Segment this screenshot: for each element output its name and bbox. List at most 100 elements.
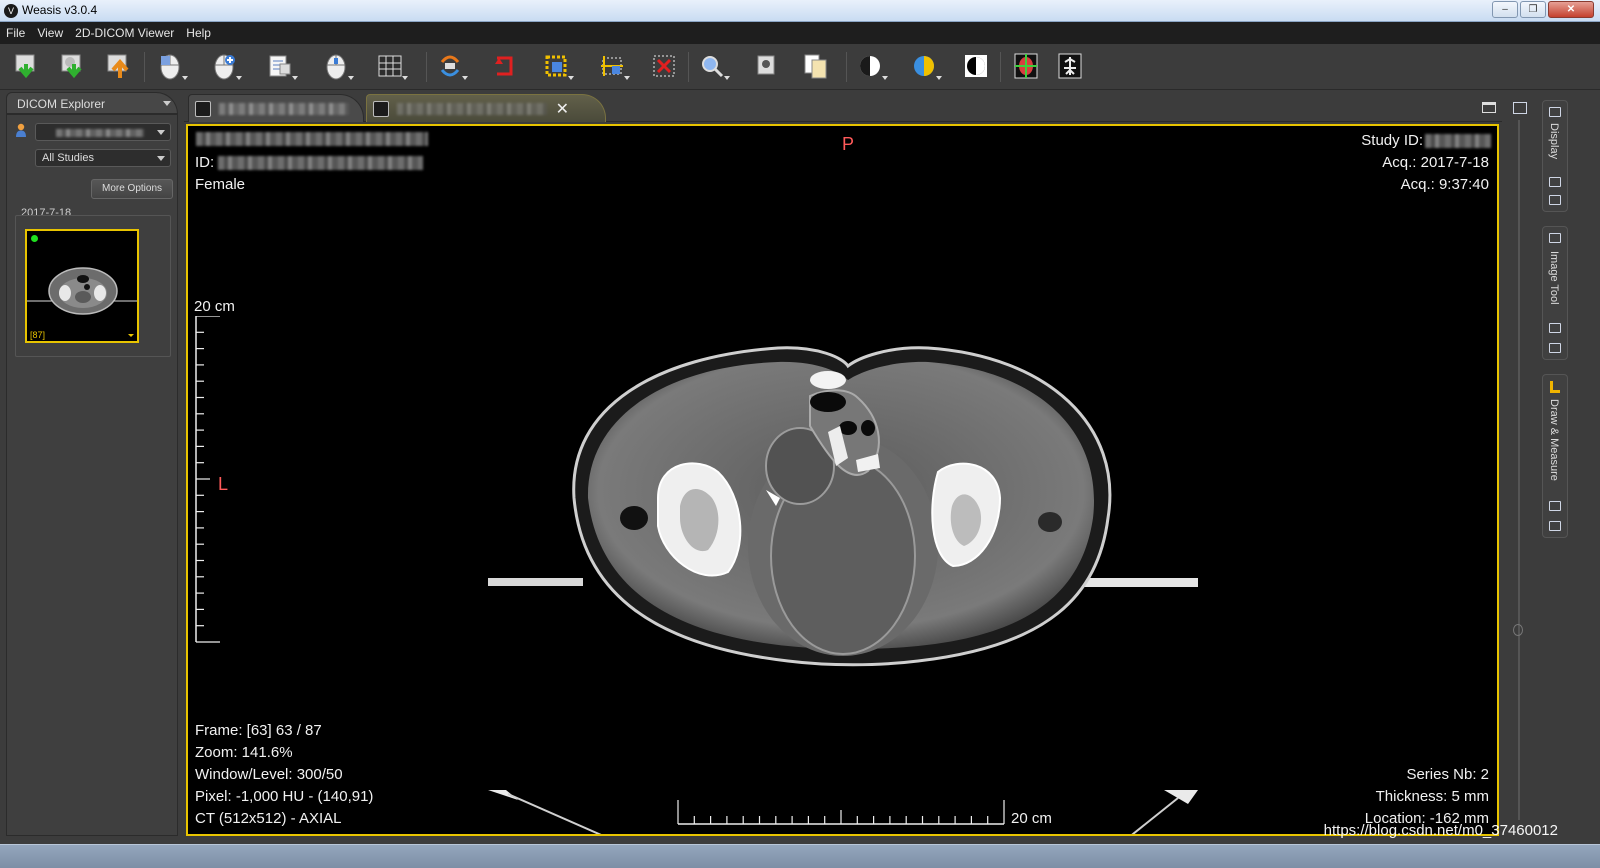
dicom-explorer: DICOM Explorer All Studies More Options …	[4, 92, 178, 836]
lens-button[interactable]	[748, 48, 784, 84]
study-id-label: Study ID:	[1361, 132, 1423, 149]
lut-color-button[interactable]	[906, 48, 942, 84]
undock-icon[interactable]	[1549, 501, 1561, 511]
maximize-viewer-icon[interactable]	[1482, 102, 1496, 113]
dropdown-arrow-icon[interactable]	[236, 76, 242, 80]
redacted-patient-name	[56, 129, 144, 137]
dropdown-arrow-icon[interactable]	[624, 76, 630, 80]
close-button[interactable]: ✕	[1548, 1, 1594, 18]
float-window-icon[interactable]	[1549, 195, 1561, 205]
undock-icon[interactable]	[1549, 177, 1561, 187]
mouse-wheel-action-button[interactable]	[318, 48, 354, 84]
explorer-panel: All Studies More Options 2017-7-18 [87]	[6, 114, 178, 836]
mouse-right-action-icon	[269, 55, 291, 77]
viewer-tab-icon	[195, 101, 211, 117]
mpr-button[interactable]	[1008, 48, 1044, 84]
viewer-scrollbar[interactable]	[1518, 120, 1520, 820]
delete-selection-button[interactable]	[646, 48, 682, 84]
zoom-info: Zoom: 141.6%	[195, 744, 293, 761]
viewer-tab-1[interactable]	[188, 94, 364, 122]
restore-button[interactable]: ❐	[1520, 1, 1546, 18]
dropdown-arrow-icon[interactable]	[936, 76, 942, 80]
select-area-button[interactable]	[538, 48, 574, 84]
mouse-left-action-button[interactable]	[152, 48, 188, 84]
import-dicom-cd-button[interactable]	[54, 48, 90, 84]
copy-image-button[interactable]	[798, 48, 834, 84]
patient-select[interactable]	[35, 123, 171, 141]
slice-thickness: Thickness: 5 mm	[1375, 788, 1489, 805]
invert-lut-button[interactable]	[958, 48, 994, 84]
acquisition-date: Acq.: 2017-7-18	[1382, 154, 1489, 171]
mouse-right-action-button[interactable]	[262, 48, 298, 84]
float-window-icon[interactable]	[1549, 521, 1561, 531]
studies-filter-select[interactable]: All Studies	[35, 149, 171, 167]
dropdown-arrow-icon[interactable]	[462, 76, 468, 80]
menu-file[interactable]: File	[6, 26, 25, 40]
dock-layout-icon[interactable]	[1513, 102, 1527, 114]
dropdown-arrow-icon[interactable]	[182, 76, 188, 80]
patient-id-label: ID:	[195, 154, 215, 171]
float-window-icon[interactable]	[1549, 343, 1561, 353]
toolbar	[0, 44, 1600, 90]
undock-icon[interactable]	[1549, 323, 1561, 333]
mouse-middle-action-icon	[214, 54, 235, 80]
layout-grid-icon	[378, 55, 402, 77]
window-level-info: Window/Level: 300/50	[195, 766, 343, 783]
window-title: Weasis v3.0.4	[22, 3, 98, 17]
mip-icon	[1058, 53, 1082, 79]
series-thumbnail[interactable]: [87]	[25, 229, 139, 343]
mouse-left-action-icon	[160, 54, 180, 80]
explorer-tab[interactable]: DICOM Explorer	[6, 92, 178, 114]
weasis-logo-icon: V	[4, 4, 18, 18]
dock-tab-image-tool[interactable]: Image Tool	[1542, 226, 1568, 360]
synchronize-button[interactable]	[432, 48, 468, 84]
viewer-tab-2[interactable]: ✕	[366, 94, 606, 122]
export-dicom-button[interactable]	[100, 48, 136, 84]
export-dicom-icon	[107, 54, 129, 78]
os-taskbar	[0, 844, 1600, 868]
redacted-patient-id	[218, 156, 423, 170]
import-dicom-button[interactable]	[8, 48, 44, 84]
ct-axial-slice	[488, 346, 1198, 834]
orientation-top-label: P	[842, 134, 855, 154]
mouse-middle-action-button[interactable]	[206, 48, 242, 84]
menu-2d-dicom-viewer[interactable]: 2D-DICOM Viewer	[75, 26, 174, 40]
crosshair-select-button[interactable]	[594, 48, 630, 84]
dropdown-arrow-icon[interactable]	[402, 76, 408, 80]
mip-button[interactable]	[1052, 48, 1088, 84]
menu-help[interactable]: Help	[186, 26, 211, 40]
close-tab-icon[interactable]: ✕	[556, 99, 569, 119]
menu-view[interactable]: View	[37, 26, 63, 40]
thumbnail-frame-count: [87]	[30, 330, 46, 340]
dropdown-arrow-icon[interactable]	[568, 76, 574, 80]
mpr-icon	[1014, 53, 1038, 79]
image-viewport[interactable]: P L ID: Female Study ID: Acq.: 2017-7-18…	[186, 124, 1499, 836]
draw-measure-icon	[1550, 381, 1560, 393]
thumbnail-menu-icon[interactable]	[128, 334, 134, 337]
copy-image-icon	[804, 54, 827, 79]
synchronize-icon	[440, 55, 460, 77]
dropdown-arrow-icon[interactable]	[292, 76, 298, 80]
chevron-down-icon[interactable]	[163, 101, 171, 106]
minimize-button[interactable]: –	[1492, 1, 1518, 18]
redacted-study-id	[1425, 134, 1491, 148]
zoom-button[interactable]	[694, 48, 730, 84]
patient-sex: Female	[195, 176, 246, 193]
display-icon	[1549, 107, 1561, 117]
dock-tab-draw-measure[interactable]: Draw & Measure	[1542, 374, 1568, 538]
scrollbar-thumb[interactable]	[1513, 624, 1523, 636]
window-level-button[interactable]	[852, 48, 888, 84]
dock-tab-display[interactable]: Display	[1542, 100, 1568, 212]
import-dicom-icon	[15, 54, 35, 79]
title-bar: V Weasis v3.0.4 – ❐ ✕	[0, 0, 1600, 22]
dropdown-arrow-icon[interactable]	[724, 76, 730, 80]
dock-tab-image-tool-label: Image Tool	[1548, 251, 1560, 305]
modality-info: CT (512x512) - AXIAL	[195, 810, 342, 827]
acquisition-time: Acq.: 9:37:40	[1400, 176, 1489, 193]
layout-grid-button[interactable]	[372, 48, 408, 84]
dropdown-arrow-icon[interactable]	[348, 76, 354, 80]
dropdown-arrow-icon[interactable]	[882, 76, 888, 80]
more-options-button[interactable]: More Options	[91, 179, 173, 199]
reset-button[interactable]	[486, 48, 522, 84]
reset-icon	[495, 56, 513, 76]
